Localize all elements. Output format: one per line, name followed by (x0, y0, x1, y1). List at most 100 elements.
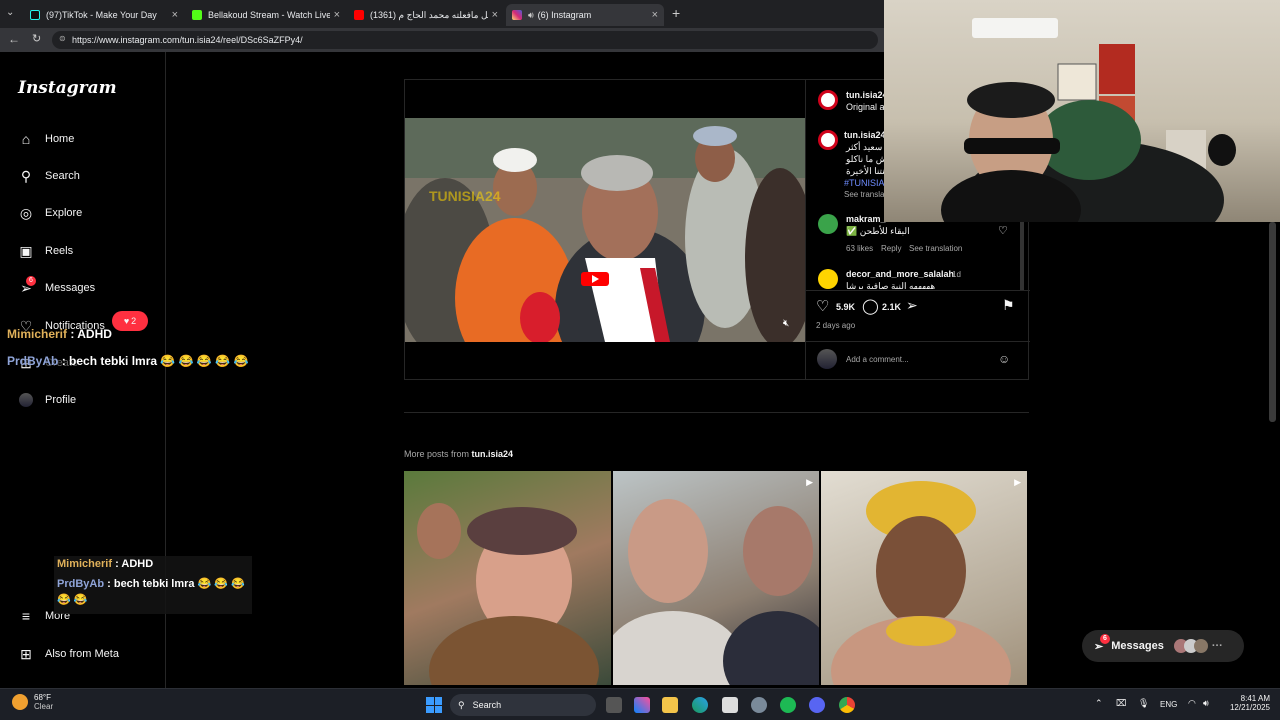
clock[interactable]: 8:41 AM 12/21/2025 (1222, 694, 1270, 712)
mute-icon[interactable]: 🔇︎ (783, 318, 789, 329)
notification-badge[interactable]: ♥ 2 (112, 311, 148, 331)
sidebar-item-label: Also from Meta (45, 648, 119, 660)
chat-box: Mimicherif : ADHD PrdByAb : bech tebki l… (54, 556, 252, 614)
sidebar-item-messages[interactable]: ➢ 6 Messages (18, 276, 96, 299)
tab-list-icon[interactable]: ⌄ (6, 7, 14, 18)
task-view-icon[interactable] (606, 697, 622, 713)
add-comment-input[interactable]: Add a comment... (846, 355, 909, 364)
commenter-avatar[interactable] (818, 269, 838, 289)
sidebar-item-meta[interactable]: ⊞ Also from Meta (18, 643, 119, 665)
share-icon[interactable]: ➢ (906, 297, 918, 314)
floating-messages-button[interactable]: ➢ 6 Messages ··· (1082, 630, 1244, 662)
edge-icon[interactable] (692, 697, 708, 713)
comments-scrollbar[interactable] (1020, 210, 1024, 290)
sidebar-item-label: Reels (45, 245, 74, 257)
author-avatar[interactable] (818, 90, 838, 110)
tray-mic-icon[interactable]: 🎙︎ (1138, 698, 1149, 709)
close-icon[interactable]: × (652, 9, 658, 21)
post-thumbnail[interactable] (404, 471, 611, 685)
clock-date: 12/21/2025 (1229, 703, 1270, 712)
more-icon: ··· (1211, 640, 1223, 652)
comment-reply[interactable]: Reply (881, 244, 901, 253)
tab-youtube[interactable]: (1361) أفضل مافعلته محمد الحاج م × (348, 4, 504, 26)
caption-author[interactable]: tun.isia24 (844, 130, 886, 140)
sidebar-item-search[interactable]: ⚲ Search (18, 165, 80, 187)
post-date: 2 days ago (816, 321, 856, 330)
back-icon[interactable]: ← (8, 32, 20, 46)
file-explorer-icon[interactable] (662, 697, 678, 713)
caption-avatar[interactable] (818, 130, 838, 150)
site-info-icon[interactable]: ⊜ (59, 34, 66, 43)
comment-username[interactable]: decor_and_more_salalah (846, 269, 954, 279)
page-scrollbar[interactable] (1269, 222, 1276, 422)
chrome-icon[interactable] (839, 697, 855, 713)
comment-username[interactable]: makram_ (846, 214, 886, 224)
tab-title: (97)TikTok - Make Your Day (46, 10, 157, 20)
reels-icon: ▣ (19, 242, 33, 259)
save-icon[interactable]: ⚑ (1002, 297, 1015, 314)
kick-icon (192, 10, 202, 20)
more-posts-prefix: More posts from (404, 449, 470, 459)
like-icon[interactable]: ♡ (816, 297, 829, 315)
emoji-icon[interactable]: ☺ (998, 352, 1010, 366)
tab-title: (6) Instagram (537, 10, 592, 20)
tray-chevron-icon[interactable]: ⌃ (1095, 698, 1103, 709)
tab-kick[interactable]: Bellakoud Stream - Watch Live on × (186, 4, 346, 26)
sidebar-item-explore[interactable]: ◎ Explore (18, 202, 82, 224)
tray-network-icon[interactable]: ⌧ (1116, 698, 1126, 709)
instagram-logo[interactable]: Instagram (18, 78, 117, 98)
meta-grid-icon: ⊞ (20, 645, 32, 662)
like-count[interactable]: 5.9K (836, 302, 855, 312)
comment-see-translation[interactable]: See translation (909, 244, 962, 253)
author-name[interactable]: tun.isia24 (846, 90, 888, 100)
sidebar-item-home[interactable]: ⌂ Home (18, 128, 75, 150)
post-thumbnail[interactable]: ▶ (613, 471, 819, 685)
weather-widget[interactable]: 68°F Clear (12, 693, 53, 711)
speaker-icon[interactable]: 🔊︎ (528, 10, 534, 21)
url-field[interactable]: ⊜ https://www.instagram.com/tun.isia24/r… (52, 31, 878, 49)
comment-time: 1d (952, 270, 961, 279)
store-icon[interactable] (722, 697, 738, 713)
comment-count[interactable]: 2.1K (882, 302, 901, 312)
volume-icon[interactable]: 🔊︎ (1203, 698, 1209, 709)
comment-like-icon[interactable]: ♡ (998, 224, 1008, 237)
sidebar-item-label: Messages (45, 282, 96, 294)
post-thumbnail[interactable]: ▶ (821, 471, 1027, 685)
thumbnail-image (613, 499, 819, 685)
commenter-avatar[interactable] (818, 214, 838, 234)
see-translation-link[interactable]: See translat (844, 190, 887, 199)
spotify-icon[interactable] (780, 697, 796, 713)
close-icon[interactable]: × (334, 9, 340, 21)
language-indicator[interactable]: ENG (1160, 700, 1177, 709)
comment-icon[interactable]: ◯ (862, 297, 879, 315)
sidebar-item-reels[interactable]: ▣ Reels (18, 240, 73, 262)
weather-temp: 68°F (34, 693, 51, 702)
caption-hashtag[interactable]: #TUNISIA2 (844, 178, 890, 188)
close-icon[interactable]: × (492, 9, 498, 21)
close-icon[interactable]: × (172, 9, 178, 21)
settings-icon[interactable] (751, 697, 767, 713)
audio-label[interactable]: Original au (846, 102, 890, 112)
discord-icon[interactable] (809, 697, 825, 713)
widgets-icon[interactable] (634, 697, 650, 713)
instagram-icon (512, 10, 522, 20)
chat-message: : ADHD (115, 558, 154, 570)
reload-icon[interactable]: ↻ (32, 32, 41, 45)
new-tab-icon[interactable]: + (672, 5, 680, 21)
more-posts-author[interactable]: tun.isia24 (472, 449, 514, 459)
reel-icon: ▶ (806, 477, 813, 487)
tab-title: Bellakoud Stream - Watch Live on (208, 10, 330, 20)
comment-likes[interactable]: 63 likes (846, 244, 873, 253)
start-icon[interactable] (426, 697, 442, 713)
tab-tiktok[interactable]: (97)TikTok - Make Your Day × (24, 4, 184, 26)
taskbar-search[interactable]: ⚲ Search (450, 694, 596, 716)
chat-line: Mimicherif : ADHD (57, 558, 249, 570)
chat-username: PrdByAb (7, 354, 59, 368)
address-bar: ← ↻ ⊜ https://www.instagram.com/tun.isia… (0, 28, 884, 52)
reel-video[interactable]: TUNISIA24 🔇︎ (405, 80, 805, 379)
caption-line: سعيد أكثر (846, 142, 883, 152)
wifi-icon[interactable]: ◠ (1188, 698, 1196, 709)
tab-instagram[interactable]: 🔊︎ (6) Instagram × (506, 4, 664, 26)
home-icon: ⌂ (21, 131, 31, 147)
sidebar-item-profile[interactable]: Profile (18, 389, 76, 411)
